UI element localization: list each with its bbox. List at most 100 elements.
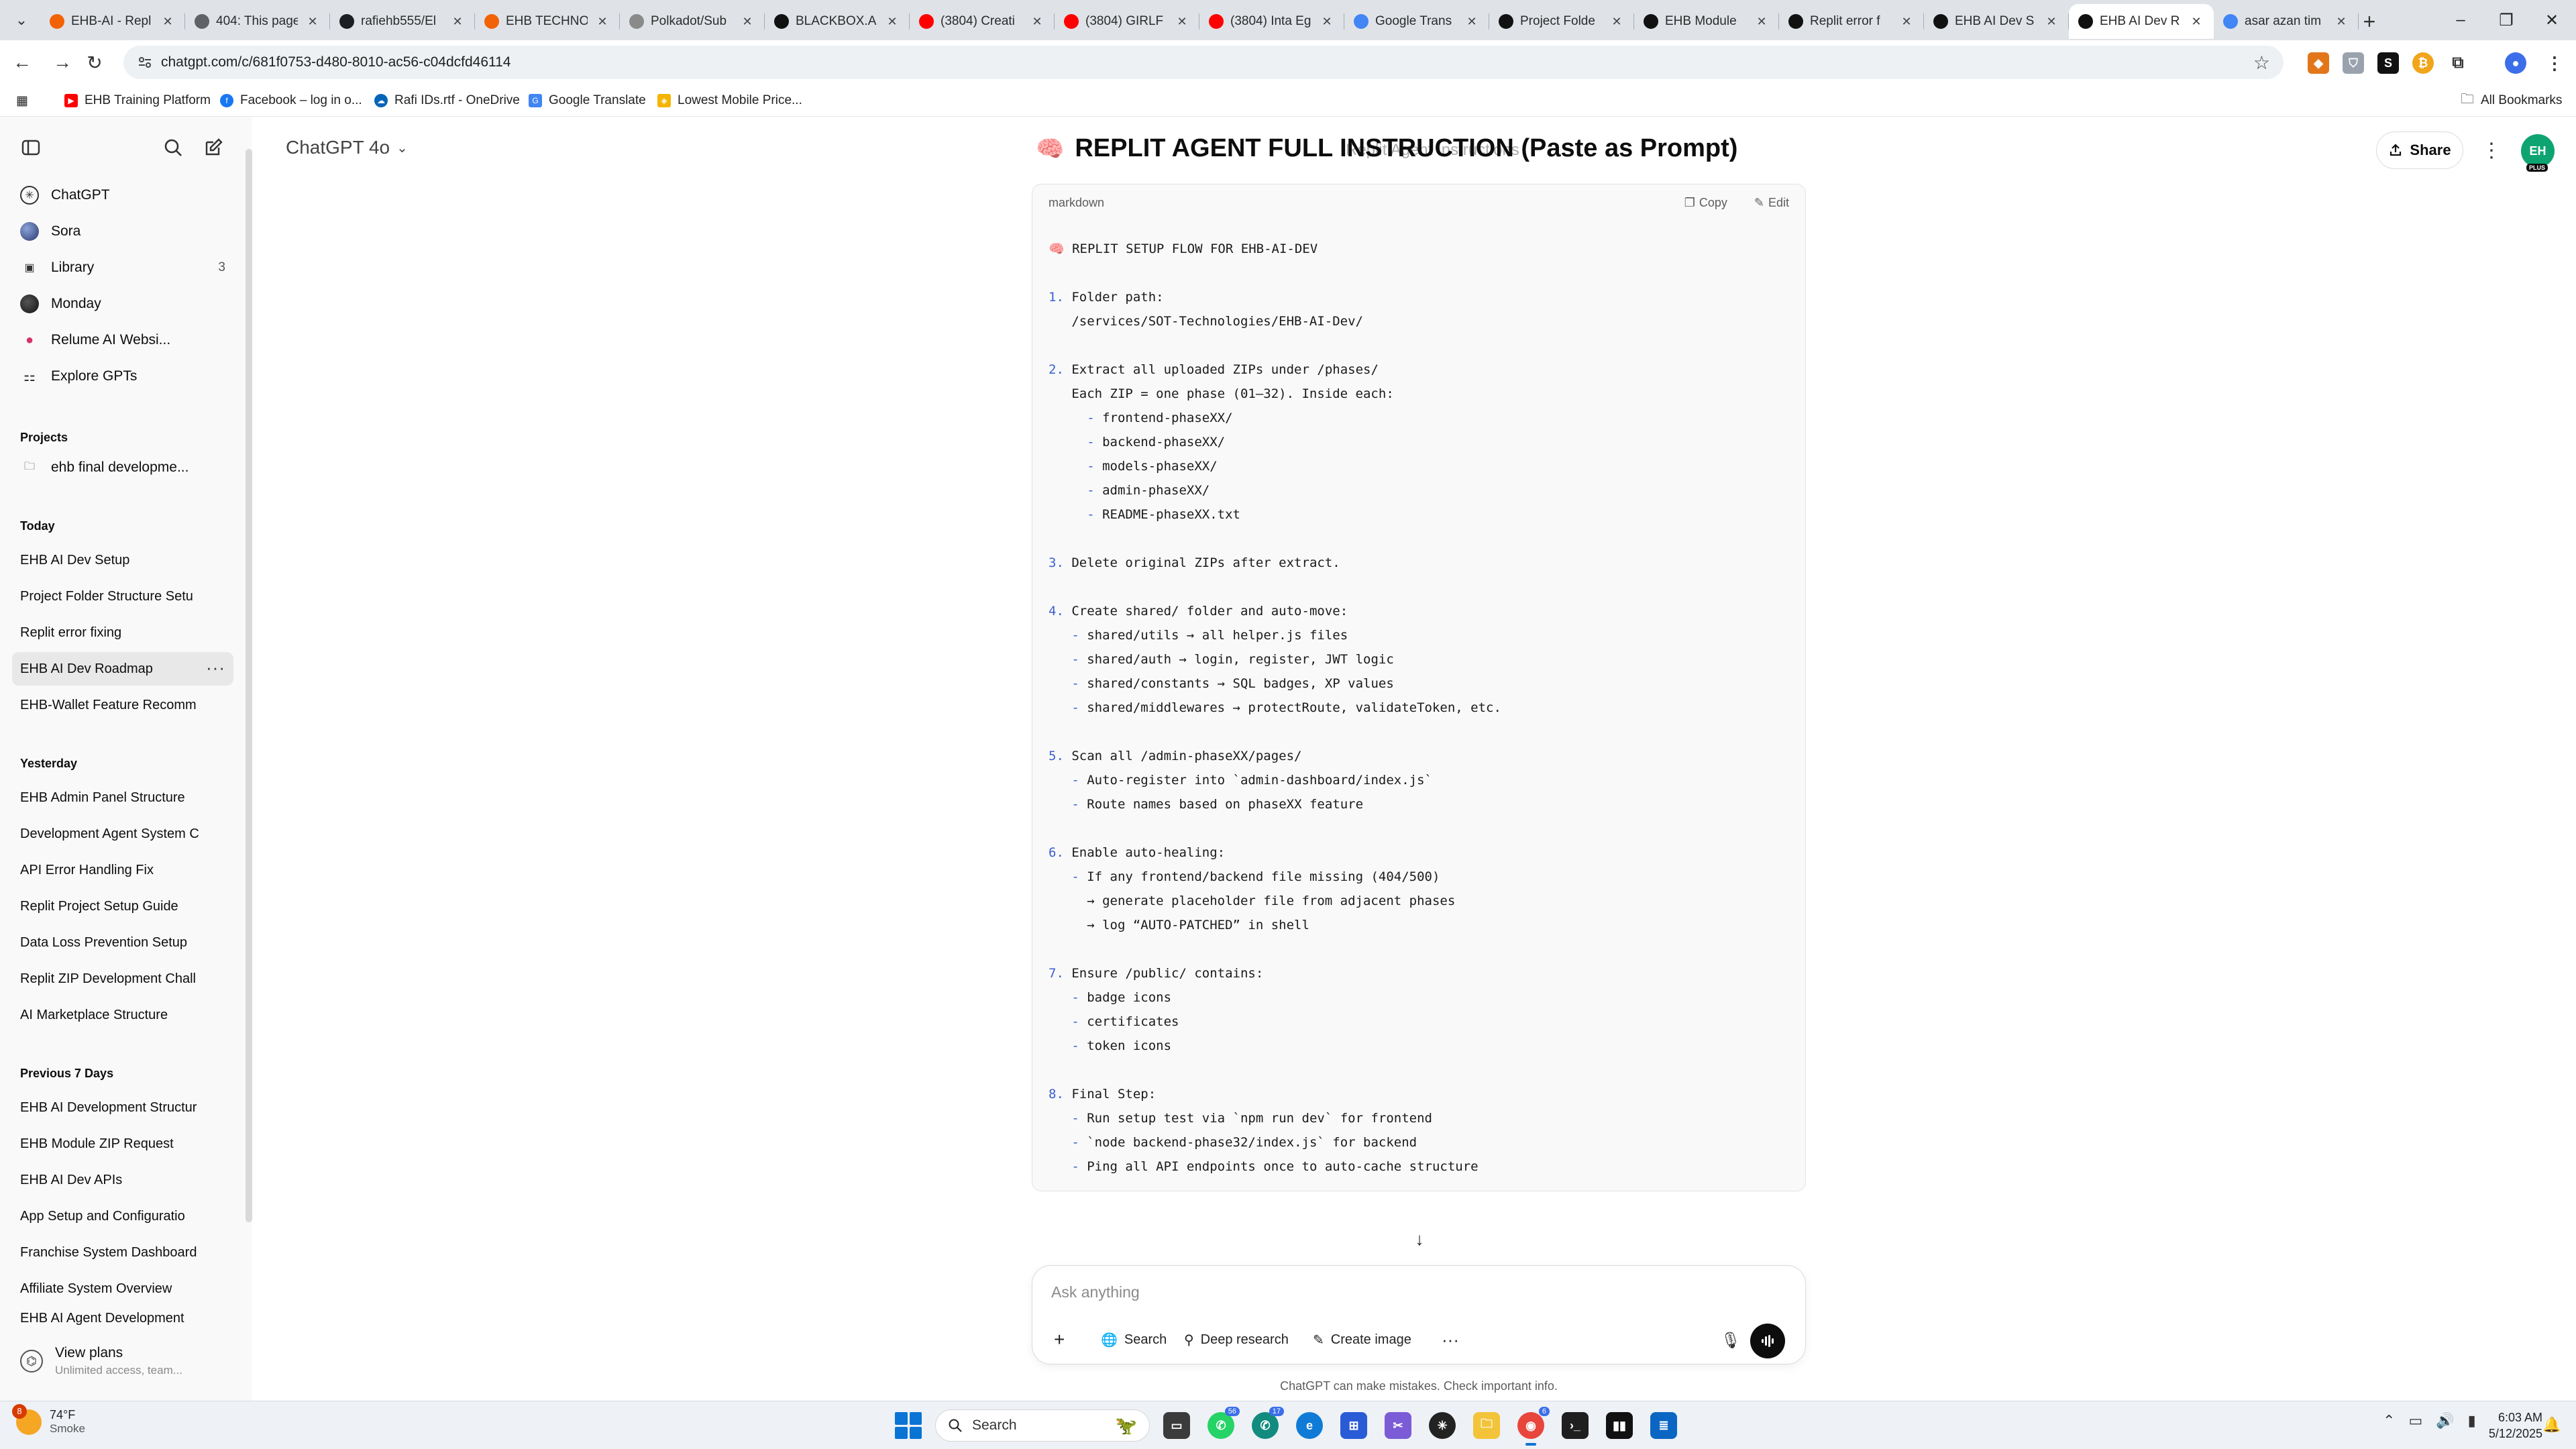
more-tools-icon[interactable]: ··· [1432,1325,1468,1354]
browser-tab[interactable]: (3804) Creati ✕ [910,4,1055,39]
chatgpt-app-icon[interactable]: ✳ [1429,1412,1456,1439]
task-view-icon[interactable]: ▭ [1163,1412,1190,1439]
chat-item[interactable]: Project Folder Structure Setu [12,580,233,613]
tab-active[interactable]: EHB AI Dev R ✕ [2069,4,2214,39]
browser-menu-icon[interactable]: ⋮ [2544,52,2565,74]
chat-item[interactable]: Replit error fixing [12,616,233,649]
metamask-extension-icon[interactable]: ◆ [2308,52,2329,74]
tab-close-icon[interactable]: ✕ [160,13,176,30]
browser-tab[interactable]: (3804) GIRLF ✕ [1055,4,1199,39]
chat-item[interactable]: Data Loss Prevention Setup [12,926,233,959]
chat-item[interactable]: EHB Admin Panel Structure [12,781,233,814]
tab-close-icon[interactable]: ✕ [2043,13,2059,30]
browser-tab[interactable]: EHB AI Dev S ✕ [1924,4,2069,39]
tab-close-icon[interactable]: ✕ [1029,13,1045,30]
windows-start-icon[interactable] [895,1412,922,1439]
tab-close-icon[interactable]: ✕ [1609,13,1625,30]
address-bar[interactable]: chatgpt.com/c/681f0753-d480-8010-ac56-c0… [123,46,2284,79]
sidebar-scrollbar[interactable] [246,149,252,1222]
forward-icon[interactable]: → [48,48,76,76]
sidebar-item-monday[interactable]: Monday [12,287,233,321]
browser-tab[interactable]: BLACKBOX.AI ✕ [765,4,910,39]
scroll-to-bottom-icon[interactable]: ↓ [1407,1226,1432,1252]
microsoft-store-icon[interactable]: ⊞ [1340,1412,1367,1439]
chat-item[interactable]: App Setup and Configuratio [12,1199,233,1233]
tab-close-icon[interactable]: ✕ [305,13,321,30]
system-clock[interactable]: 6:03 AM 5/12/2025 [2475,1409,2542,1442]
coin-extension-icon[interactable]: ₿ [2412,52,2434,74]
tab-close-icon[interactable]: ✕ [1464,13,1480,30]
browser-tab[interactable]: EHB Module ✕ [1634,4,1779,39]
terminal-icon[interactable]: ›_ [1562,1412,1589,1439]
chat-item[interactable]: Replit Project Setup Guide [12,890,233,923]
chat-item[interactable]: Development Agent System C [12,817,233,851]
prompt-input[interactable]: Ask anything [1051,1283,1140,1301]
close-window-icon[interactable]: ✕ [2532,7,2572,34]
project-item[interactable]: 🗀 ehb final developme... [12,451,233,484]
bookmark-ehb-training[interactable]: ▶ EHB Training Platform [64,91,211,110]
new-chat-icon[interactable] [199,133,228,162]
view-plans-button[interactable]: ⌬ View plans Unlimited access, team... [12,1338,240,1385]
minimize-icon[interactable]: – [2440,7,2481,34]
speaker-icon[interactable]: 🔊 [2436,1412,2454,1430]
browser-tab[interactable]: rafiehb555/El ✕ [330,4,475,39]
bookmark-facebook[interactable]: f Facebook – log in o... [220,91,362,110]
tab-close-icon[interactable]: ✕ [1319,13,1335,30]
chat-item[interactable]: EHB Module ZIP Request [12,1127,233,1161]
bookmark-lowest-mobile[interactable]: ◈ Lowest Mobile Price... [657,91,802,110]
chat-item[interactable]: AI Marketplace Structure [12,998,233,1032]
battery-icon[interactable]: ▮ [2468,1412,2476,1430]
add-attachment-icon[interactable]: + [1044,1325,1074,1354]
restore-icon[interactable]: ❐ [2486,7,2526,34]
more-options-icon[interactable]: ⋮ [2478,137,2505,164]
extensions-puzzle-icon[interactable]: ⧉ [2447,52,2469,74]
chat-item[interactable]: EHB AI Dev Setup [12,543,233,577]
weather-widget[interactable]: 8 74°F Smoke [12,1403,85,1436]
microphone-icon[interactable]: 🎙 [1718,1328,1743,1353]
tab-close-icon[interactable]: ✕ [1174,13,1190,30]
notepad-icon[interactable]: ≣ [1650,1412,1677,1439]
chat-item[interactable]: Franchise System Dashboard [12,1236,233,1269]
tab-close-icon[interactable]: ✕ [2188,13,2204,30]
share-button[interactable]: Share [2376,131,2463,169]
avatar[interactable]: EH PLUS [2521,134,2555,172]
tab-close-icon[interactable]: ✕ [594,13,610,30]
chat-item[interactable]: Affiliate System Overview [12,1272,233,1305]
create-image-button[interactable]: ✎ Create image [1303,1325,1421,1354]
tab-close-icon[interactable]: ✕ [739,13,755,30]
browser-tab[interactable]: Polkadot/Sub ✕ [620,4,765,39]
chat-item[interactable]: EHB AI Development Structur [12,1091,233,1124]
sidebar-toggle-icon[interactable] [16,133,46,162]
chat-item-selected[interactable]: EHB AI Dev Roadmap ··· [12,652,233,686]
activity-monitor-icon[interactable]: ▮▮ [1606,1412,1633,1439]
sidebar-item-library[interactable]: ▣ Library 3 [12,251,233,284]
search-button[interactable]: 🌐 Search [1091,1325,1176,1354]
edit-button[interactable]: ✎ Edit [1754,196,1789,210]
browser-tab[interactable]: (3804) Inta Eg ✕ [1199,4,1344,39]
display-icon[interactable]: ▭ [2408,1412,2422,1430]
shield-extension-icon[interactable]: ⛉ [2343,52,2364,74]
chevron-up-icon[interactable]: ⌃ [2383,1412,2395,1430]
voice-mode-button[interactable] [1750,1324,1785,1358]
model-selector[interactable]: ChatGPT 4o ⌄ [286,137,408,158]
browser-tab[interactable]: Project Folde ✕ [1489,4,1634,39]
site-info-icon[interactable] [137,54,153,70]
deep-research-button[interactable]: ⚲ Deep research [1175,1325,1298,1354]
tab-close-icon[interactable]: ✕ [2333,13,2349,30]
apps-grid-icon[interactable]: ▦ [16,91,28,110]
taskbar-search[interactable]: Search 🦖 [935,1409,1150,1442]
more-options-icon[interactable]: ··· [206,657,225,678]
chat-item[interactable]: EHB-Wallet Feature Recomm [12,688,233,722]
bookmark-onedrive[interactable]: ☁ Rafi IDs.rtf - OneDrive [374,91,520,110]
edge-icon[interactable]: e [1296,1412,1323,1439]
bookmark-google-translate[interactable]: G Google Translate [529,91,646,110]
chat-item[interactable]: EHB AI Agent Development [12,1308,233,1328]
sidebar-item-chatgpt[interactable]: ✳ ChatGPT [12,178,233,212]
tab-close-icon[interactable]: ✕ [449,13,466,30]
all-bookmarks[interactable]: 🗀 All Bookmarks [2461,91,2562,110]
whatsapp-business-icon[interactable]: ✆ 17 [1252,1407,1284,1439]
chat-item[interactable]: Replit ZIP Development Chall [12,962,233,996]
search-icon[interactable] [158,133,188,162]
sidebar-item-explore-gpts[interactable]: ⚏ Explore GPTs [12,360,233,393]
browser-tab[interactable]: asar azan tim ✕ [2214,4,2359,39]
